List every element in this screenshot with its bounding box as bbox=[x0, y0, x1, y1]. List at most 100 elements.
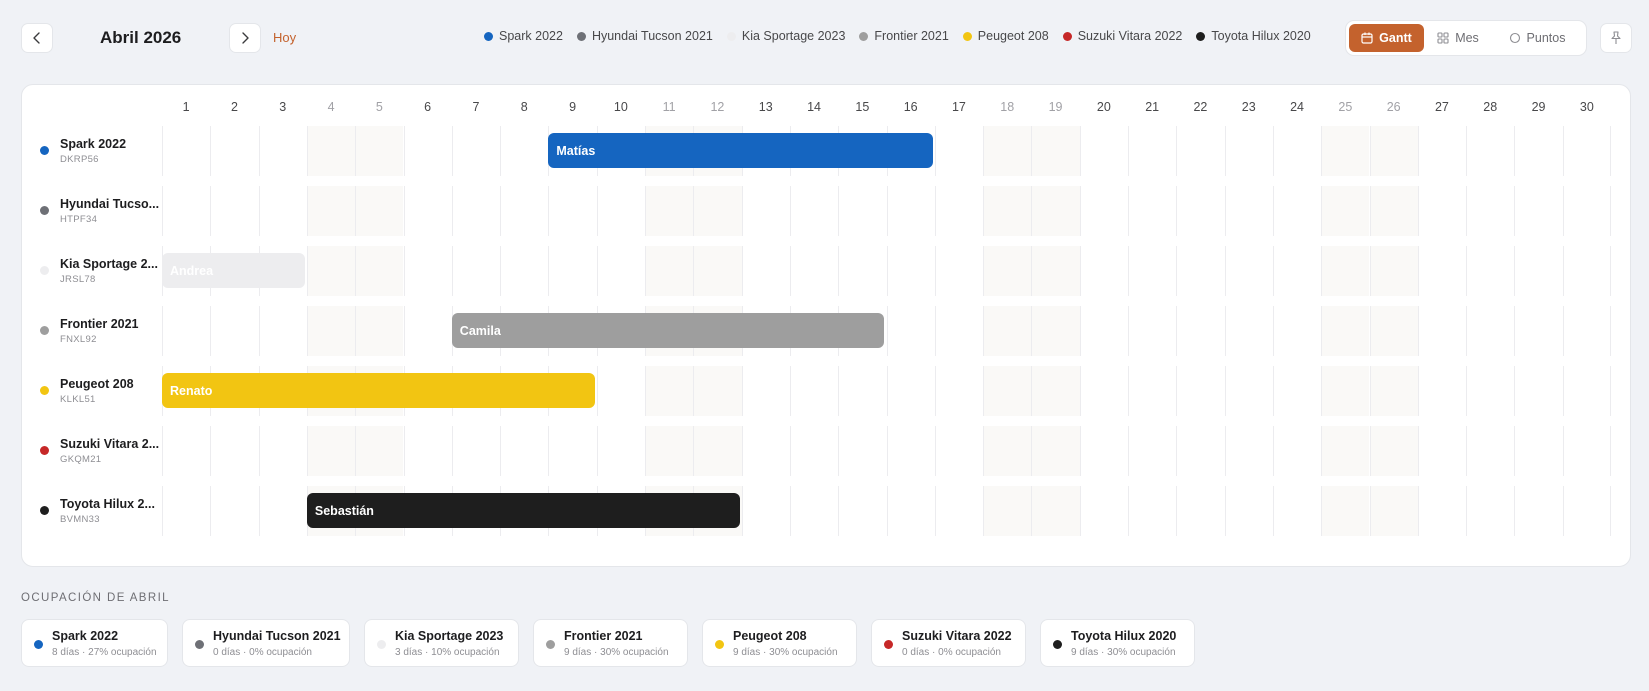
day-cell[interactable] bbox=[1562, 366, 1611, 416]
booking-bar[interactable]: Renato bbox=[162, 373, 595, 408]
day-cell[interactable] bbox=[1466, 426, 1514, 476]
day-cell[interactable] bbox=[934, 126, 983, 176]
day-cell[interactable] bbox=[1031, 426, 1080, 476]
day-cell[interactable] bbox=[789, 366, 838, 416]
day-cell[interactable] bbox=[789, 246, 838, 296]
day-cell[interactable] bbox=[645, 186, 694, 236]
day-cell[interactable] bbox=[162, 486, 210, 536]
pin-button[interactable] bbox=[1600, 23, 1632, 53]
view-gantt-button[interactable]: Gantt bbox=[1349, 24, 1424, 52]
occupancy-card[interactable]: Spark 2022 8 días · 27% ocupación bbox=[21, 619, 168, 667]
day-cell[interactable] bbox=[1417, 246, 1466, 296]
day-cell[interactable] bbox=[1466, 306, 1514, 356]
day-cell[interactable] bbox=[548, 246, 596, 296]
day-cell[interactable] bbox=[1417, 186, 1466, 236]
day-cell[interactable] bbox=[1514, 306, 1562, 356]
day-cell[interactable] bbox=[258, 486, 307, 536]
day-cell[interactable] bbox=[258, 426, 307, 476]
day-cell[interactable] bbox=[741, 246, 790, 296]
day-cell[interactable] bbox=[1272, 426, 1321, 476]
booking-bar[interactable]: Matías bbox=[548, 133, 933, 168]
day-cell[interactable] bbox=[306, 246, 356, 296]
today-button[interactable]: Hoy bbox=[273, 30, 296, 45]
day-cell[interactable] bbox=[838, 246, 886, 296]
day-cell[interactable] bbox=[500, 426, 548, 476]
occupancy-card[interactable]: Toyota Hilux 2020 9 días · 30% ocupación bbox=[1040, 619, 1195, 667]
day-cell[interactable] bbox=[1417, 486, 1466, 536]
view-month-button[interactable]: Mes bbox=[1424, 24, 1492, 52]
day-cell[interactable] bbox=[1128, 186, 1176, 236]
day-cell[interactable] bbox=[886, 366, 935, 416]
day-cell[interactable] bbox=[403, 426, 452, 476]
day-cell[interactable] bbox=[1176, 246, 1224, 296]
day-cell[interactable] bbox=[1224, 246, 1273, 296]
day-cell[interactable] bbox=[355, 306, 404, 356]
day-cell[interactable] bbox=[1321, 306, 1370, 356]
day-cell[interactable] bbox=[1272, 486, 1321, 536]
day-cell[interactable] bbox=[693, 186, 742, 236]
day-cell[interactable] bbox=[1176, 486, 1224, 536]
occupancy-card[interactable]: Kia Sportage 2023 3 días · 10% ocupación bbox=[364, 619, 519, 667]
day-cell[interactable] bbox=[1562, 426, 1611, 476]
day-cell[interactable] bbox=[838, 426, 886, 476]
day-cell[interactable] bbox=[355, 186, 404, 236]
day-cell[interactable] bbox=[983, 306, 1032, 356]
day-cell[interactable] bbox=[162, 306, 210, 356]
day-cell[interactable] bbox=[1369, 126, 1418, 176]
day-cell[interactable] bbox=[1031, 126, 1080, 176]
day-cell[interactable] bbox=[1224, 486, 1273, 536]
day-cell[interactable] bbox=[741, 366, 790, 416]
day-cell[interactable] bbox=[1079, 186, 1128, 236]
day-cell[interactable] bbox=[1466, 366, 1514, 416]
day-cell[interactable] bbox=[886, 486, 935, 536]
day-cell[interactable] bbox=[789, 186, 838, 236]
day-cell[interactable] bbox=[1224, 426, 1273, 476]
day-cell[interactable] bbox=[1562, 186, 1611, 236]
day-cell[interactable] bbox=[258, 306, 307, 356]
day-cell[interactable] bbox=[1321, 186, 1370, 236]
day-cell[interactable] bbox=[838, 366, 886, 416]
day-cell[interactable] bbox=[886, 426, 935, 476]
day-cell[interactable] bbox=[1514, 426, 1562, 476]
day-cell[interactable] bbox=[210, 186, 258, 236]
day-cell[interactable] bbox=[1514, 366, 1562, 416]
day-cell[interactable] bbox=[210, 126, 258, 176]
day-cell[interactable] bbox=[1128, 426, 1176, 476]
day-cell[interactable] bbox=[210, 306, 258, 356]
day-cell[interactable] bbox=[1514, 126, 1562, 176]
day-cell[interactable] bbox=[693, 426, 742, 476]
day-cell[interactable] bbox=[403, 306, 452, 356]
day-cell[interactable] bbox=[1176, 426, 1224, 476]
day-cell[interactable] bbox=[934, 486, 983, 536]
day-cell[interactable] bbox=[1369, 306, 1418, 356]
day-cell[interactable] bbox=[1031, 486, 1080, 536]
day-cell[interactable] bbox=[983, 366, 1032, 416]
day-cell[interactable] bbox=[1466, 186, 1514, 236]
day-cell[interactable] bbox=[1224, 306, 1273, 356]
day-cell[interactable] bbox=[1224, 366, 1273, 416]
day-cell[interactable] bbox=[1031, 306, 1080, 356]
day-cell[interactable] bbox=[645, 426, 694, 476]
day-cell[interactable] bbox=[1272, 186, 1321, 236]
day-cell[interactable] bbox=[1176, 366, 1224, 416]
occupancy-card[interactable]: Suzuki Vitara 2022 0 días · 0% ocupación bbox=[871, 619, 1026, 667]
day-cell[interactable] bbox=[596, 426, 645, 476]
day-cell[interactable] bbox=[403, 186, 452, 236]
day-cell[interactable] bbox=[1369, 426, 1418, 476]
occupancy-card[interactable]: Hyundai Tucson 2021 0 días · 0% ocupación bbox=[182, 619, 350, 667]
day-cell[interactable] bbox=[645, 366, 694, 416]
day-cell[interactable] bbox=[983, 426, 1032, 476]
day-cell[interactable] bbox=[934, 306, 983, 356]
day-cell[interactable] bbox=[1369, 486, 1418, 536]
day-cell[interactable] bbox=[1079, 306, 1128, 356]
day-cell[interactable] bbox=[1176, 186, 1224, 236]
day-cell[interactable] bbox=[1176, 126, 1224, 176]
day-cell[interactable] bbox=[886, 186, 935, 236]
day-cell[interactable] bbox=[1031, 186, 1080, 236]
day-cell[interactable] bbox=[1466, 126, 1514, 176]
day-cell[interactable] bbox=[1272, 366, 1321, 416]
day-cell[interactable] bbox=[934, 366, 983, 416]
day-cell[interactable] bbox=[1321, 126, 1370, 176]
day-cell[interactable] bbox=[741, 486, 790, 536]
day-cell[interactable] bbox=[1321, 426, 1370, 476]
